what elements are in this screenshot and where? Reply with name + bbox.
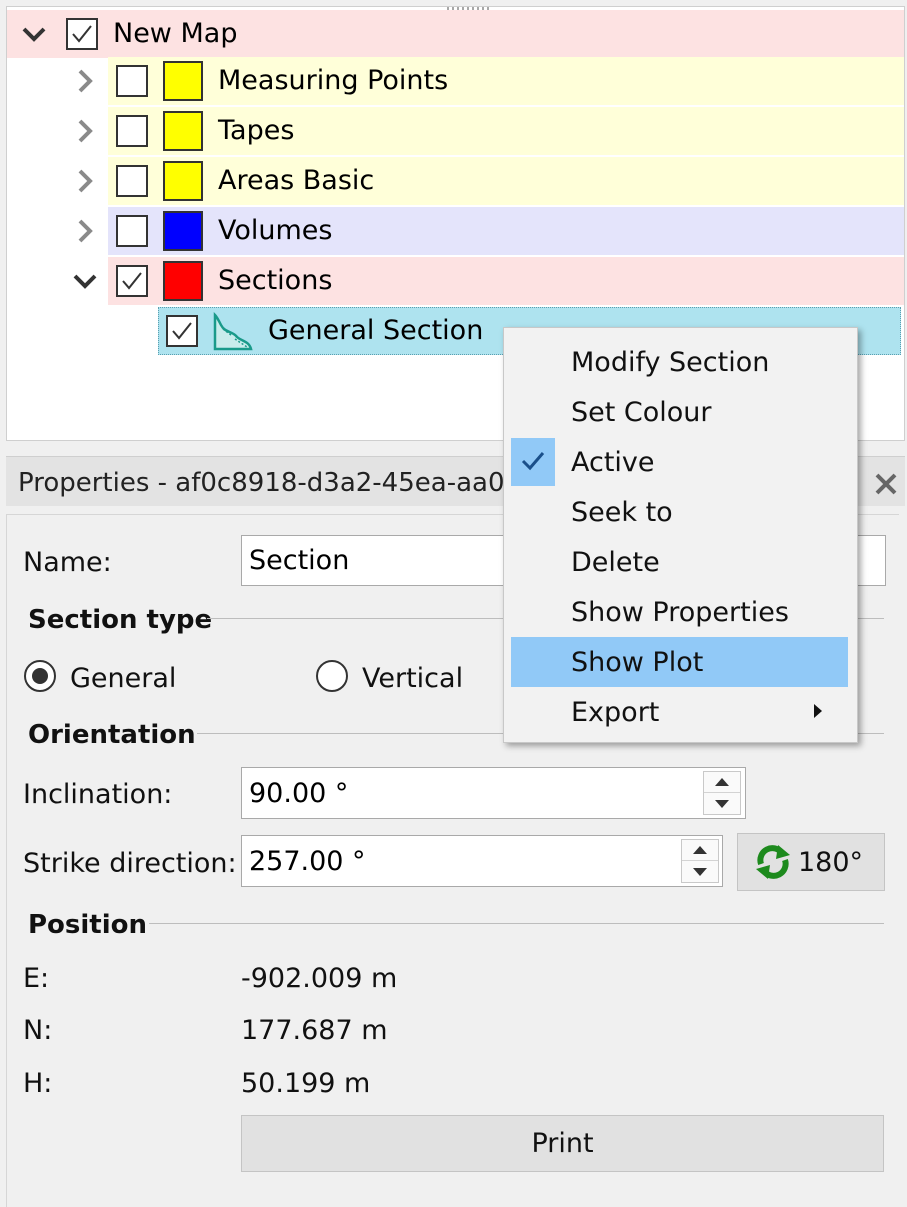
menu-item-label: Export <box>571 696 660 728</box>
tree-item-label: Measuring Points <box>218 65 449 96</box>
checkbox-general-section[interactable] <box>166 315 198 347</box>
northing-value: 177.687 m <box>241 1015 388 1046</box>
inclination-input[interactable]: 90.00 ° <box>241 767 746 819</box>
menu-item-delete[interactable]: Delete <box>511 537 848 587</box>
menu-item-label: Show Plot <box>571 646 704 678</box>
group-divider <box>149 923 884 924</box>
context-menu: Modify Section Set Colour Active Seek to… <box>503 327 858 743</box>
checkmark-icon <box>511 438 555 486</box>
height-value: 50.199 m <box>241 1068 371 1099</box>
tree-item-label: New Map <box>113 18 238 49</box>
radio-general[interactable] <box>24 660 56 692</box>
menu-item-active[interactable]: Active <box>511 437 848 487</box>
checkbox-measuring-points[interactable] <box>116 65 148 97</box>
tree-item-sections[interactable]: Sections <box>73 257 904 305</box>
radio-selected-dot <box>32 668 48 684</box>
section-type-title: Section type <box>28 605 213 635</box>
checkbox-areas-basic[interactable] <box>116 165 148 197</box>
radio-vertical-label: Vertical <box>362 663 464 694</box>
tree-item-tapes[interactable]: Tapes <box>78 107 904 155</box>
menu-item-label: Show Properties <box>571 596 789 628</box>
layer-color-swatch[interactable] <box>163 61 203 101</box>
layer-color-swatch[interactable] <box>163 161 203 201</box>
radio-vertical[interactable] <box>316 660 348 692</box>
chevron-right-icon[interactable] <box>70 116 100 146</box>
chevron-right-icon[interactable] <box>70 166 100 196</box>
menu-item-label: Seek to <box>571 496 673 528</box>
tree-item-label: General Section <box>268 315 484 346</box>
checkbox-new-map[interactable] <box>66 18 98 50</box>
name-label: Name: <box>23 547 112 578</box>
strike-direction-spinner[interactable] <box>681 839 719 883</box>
inclination-value: 90.00 ° <box>249 777 349 809</box>
checkbox-sections[interactable] <box>116 265 148 297</box>
position-title: Position <box>28 910 148 940</box>
flip-180-button[interactable]: 180° <box>737 833 885 891</box>
tree-item-new-map[interactable]: New Map <box>7 10 904 58</box>
menu-item-label: Delete <box>571 546 660 578</box>
chevron-right-icon[interactable] <box>70 216 100 246</box>
inclination-label: Inclination: <box>23 779 173 810</box>
tree-item-label: Areas Basic <box>218 165 375 196</box>
menu-item-label: Set Colour <box>571 396 712 428</box>
rotate-icon <box>752 841 794 883</box>
menu-item-label: Active <box>571 446 655 478</box>
strike-direction-label: Strike direction: <box>23 848 237 879</box>
name-field-value: Section <box>249 545 350 576</box>
menu-item-show-properties[interactable]: Show Properties <box>511 587 848 637</box>
height-label: H: <box>23 1068 53 1099</box>
layer-color-swatch[interactable] <box>163 261 203 301</box>
tree-item-volumes[interactable]: Volumes <box>78 207 904 255</box>
menu-item-show-plot[interactable]: Show Plot <box>511 637 848 687</box>
menu-item-seek-to[interactable]: Seek to <box>511 487 848 537</box>
chevron-down-icon[interactable] <box>70 266 100 296</box>
menu-item-set-colour[interactable]: Set Colour <box>511 387 848 437</box>
chevron-right-icon[interactable] <box>70 66 100 96</box>
layer-color-swatch[interactable] <box>163 211 203 251</box>
northing-label: N: <box>23 1015 53 1046</box>
properties-title: Properties - af0c8918-d3a2-45ea-aa0 <box>18 468 505 498</box>
flip-180-label: 180° <box>798 846 864 878</box>
menu-item-modify-section[interactable]: Modify Section <box>511 337 848 387</box>
strike-direction-input[interactable]: 257.00 ° <box>241 835 723 887</box>
radio-general-label: General <box>70 663 177 694</box>
inclination-spinner[interactable] <box>703 771 741 815</box>
menu-item-label: Modify Section <box>571 346 770 378</box>
spin-up-icon[interactable] <box>682 840 718 861</box>
tree-item-label: Sections <box>218 265 333 296</box>
print-button[interactable]: Print <box>241 1115 884 1172</box>
layer-color-swatch[interactable] <box>163 111 203 151</box>
close-icon[interactable] <box>873 471 899 497</box>
orientation-title: Orientation <box>28 720 196 750</box>
easting-value: -902.009 m <box>241 963 398 994</box>
spin-up-icon[interactable] <box>704 772 740 793</box>
spin-down-icon[interactable] <box>682 861 718 882</box>
general-section-icon <box>211 311 255 353</box>
submenu-arrow-icon <box>814 704 822 718</box>
tree-item-areas-basic[interactable]: Areas Basic <box>78 157 904 205</box>
checkbox-tapes[interactable] <box>116 115 148 147</box>
tree-item-label: Tapes <box>218 115 295 146</box>
easting-label: E: <box>23 963 50 994</box>
menu-item-export[interactable]: Export <box>511 687 848 737</box>
checkbox-volumes[interactable] <box>116 215 148 247</box>
strike-direction-value: 257.00 ° <box>249 845 366 877</box>
chevron-down-icon[interactable] <box>19 19 49 49</box>
spin-down-icon[interactable] <box>704 793 740 814</box>
tree-item-measuring-points[interactable]: Measuring Points <box>78 57 904 105</box>
tree-item-label: Volumes <box>218 215 333 246</box>
